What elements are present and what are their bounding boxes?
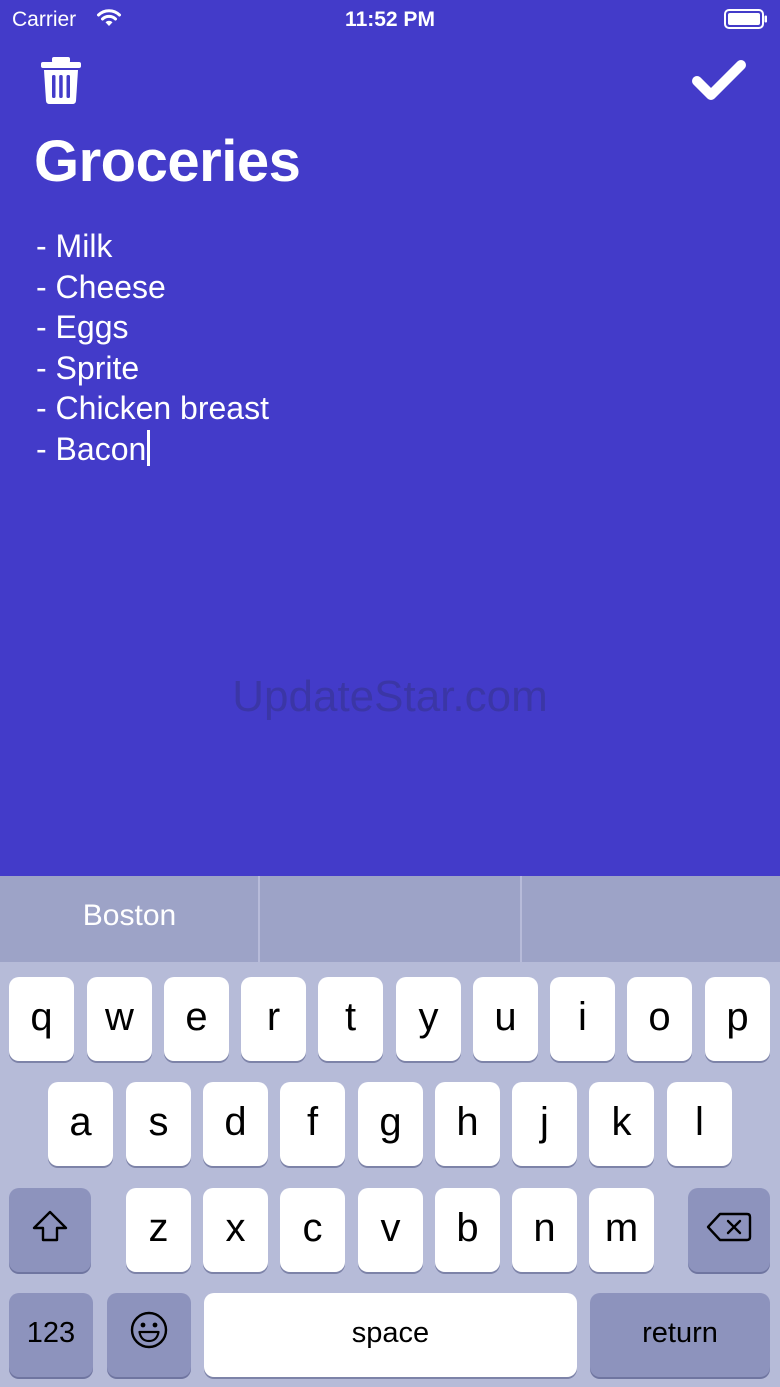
key-l[interactable]: l <box>667 1082 732 1166</box>
key-k[interactable]: k <box>589 1082 654 1166</box>
key-label: o <box>648 994 671 1039</box>
checkmark-icon[interactable] <box>692 58 746 102</box>
key-label: w <box>105 994 134 1039</box>
shift-key[interactable] <box>9 1188 91 1272</box>
key-u[interactable]: u <box>473 977 538 1061</box>
note-line: - Sprite <box>36 349 140 386</box>
return-key[interactable]: return <box>590 1293 770 1377</box>
status-bar: Carrier 11:52 PM <box>0 0 780 40</box>
key-label: m <box>604 1205 639 1250</box>
key-w[interactable]: w <box>87 977 152 1061</box>
shift-icon <box>30 1208 70 1253</box>
delete-key[interactable] <box>688 1188 770 1272</box>
key-label: f <box>306 1099 319 1144</box>
key-c[interactable]: c <box>280 1188 345 1272</box>
key-label: b <box>456 1205 479 1250</box>
watermark: UpdateStar.com <box>232 672 548 721</box>
key-label: space <box>351 1316 430 1349</box>
key-m[interactable]: m <box>589 1188 654 1272</box>
note-line: - Bacon <box>36 430 147 467</box>
key-a[interactable]: a <box>48 1082 113 1166</box>
key-v[interactable]: v <box>358 1188 423 1272</box>
keyboard: Boston q w e r t y u i o p a s d f g h j… <box>0 876 780 1387</box>
key-n[interactable]: n <box>512 1188 577 1272</box>
note-line-last: - Bacon <box>36 429 736 470</box>
key-label: i <box>578 994 587 1039</box>
key-z[interactable]: z <box>126 1188 191 1272</box>
key-label: d <box>224 1099 247 1144</box>
key-label: return <box>642 1316 718 1349</box>
status-time: 11:52 PM <box>345 8 435 31</box>
key-label: g <box>379 1099 402 1144</box>
key-q[interactable]: q <box>9 977 74 1061</box>
key-label: 123 <box>26 1316 76 1349</box>
numbers-key[interactable]: 123 <box>9 1293 93 1377</box>
key-label: c <box>302 1205 323 1250</box>
key-s[interactable]: s <box>126 1082 191 1166</box>
key-label: t <box>344 994 357 1039</box>
key-x[interactable]: x <box>203 1188 268 1272</box>
key-t[interactable]: t <box>318 977 383 1061</box>
note-line: - Eggs <box>36 309 129 345</box>
key-label: a <box>69 1099 92 1144</box>
suggestion-3[interactable] <box>522 876 780 962</box>
note-line: - Cheese <box>36 268 166 305</box>
key-label: s <box>148 1099 169 1144</box>
key-label: q <box>30 994 53 1039</box>
key-label: h <box>456 1099 479 1144</box>
key-label: k <box>611 1099 632 1144</box>
key-o[interactable]: o <box>627 977 692 1061</box>
emoji-key[interactable] <box>107 1293 191 1377</box>
key-label: r <box>266 994 281 1039</box>
suggestion-bar: Boston <box>0 876 780 962</box>
key-b[interactable]: b <box>435 1188 500 1272</box>
suggestion-1[interactable]: Boston <box>0 876 259 962</box>
key-g[interactable]: g <box>358 1082 423 1166</box>
key-r[interactable]: r <box>241 977 306 1061</box>
suggestion-2[interactable] <box>260 876 520 962</box>
key-h[interactable]: h <box>435 1082 500 1166</box>
note-line: - Milk <box>36 228 113 264</box>
key-label: l <box>695 1099 704 1144</box>
emoji-icon <box>129 1310 169 1360</box>
key-f[interactable]: f <box>280 1082 345 1166</box>
text-cursor <box>147 429 151 466</box>
key-label: x <box>225 1205 246 1250</box>
delete-icon <box>706 1208 752 1253</box>
key-i[interactable]: i <box>550 977 615 1061</box>
key-j[interactable]: j <box>512 1082 577 1166</box>
battery-icon <box>724 9 768 29</box>
key-y[interactable]: y <box>396 977 461 1061</box>
key-label: n <box>533 1205 556 1250</box>
key-p[interactable]: p <box>705 977 770 1061</box>
key-label: z <box>148 1205 169 1250</box>
key-label: e <box>185 994 208 1039</box>
trash-icon[interactable] <box>38 55 84 105</box>
key-label: j <box>540 1099 549 1144</box>
key-label: p <box>726 994 749 1039</box>
note-title[interactable]: Groceries <box>34 128 301 195</box>
note-line: - Chicken breast <box>36 390 269 426</box>
note-body[interactable]: - Milk - Cheese - Eggs - Sprite - Chicke… <box>36 226 736 469</box>
space-key[interactable]: space <box>204 1293 577 1377</box>
key-label: y <box>418 994 439 1039</box>
key-d[interactable]: d <box>203 1082 268 1166</box>
key-e[interactable]: e <box>164 977 229 1061</box>
key-label: u <box>494 994 517 1039</box>
key-label: v <box>380 1205 401 1250</box>
